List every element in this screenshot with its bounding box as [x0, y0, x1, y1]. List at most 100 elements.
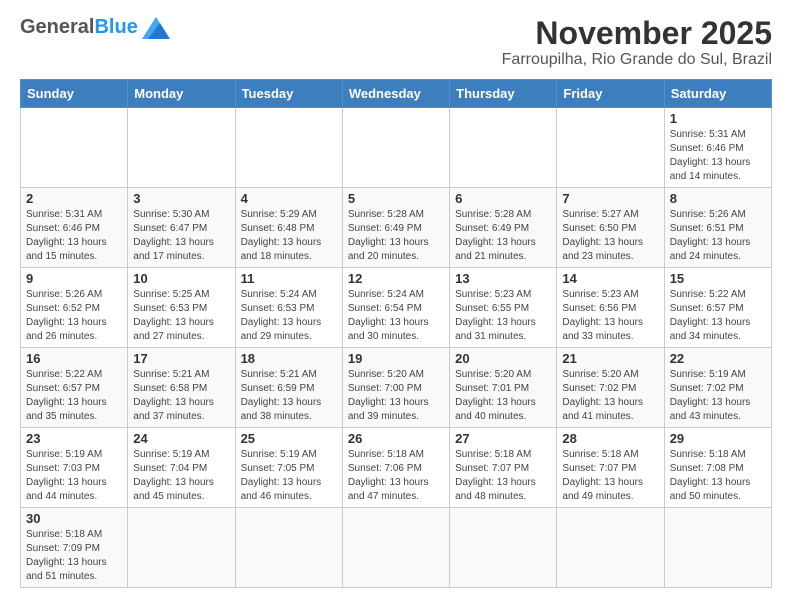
- day-number: 10: [133, 271, 229, 286]
- day-number: 18: [241, 351, 337, 366]
- location-subtitle: Farroupilha, Rio Grande do Sul, Brazil: [502, 51, 772, 69]
- calendar-cell: 24 Sunrise: 5:19 AM Sunset: 7:04 PM Dayli…: [128, 428, 235, 508]
- day-info: Sunrise: 5:30 AM Sunset: 6:47 PM Dayligh…: [133, 208, 229, 264]
- header-friday: Friday: [557, 80, 664, 108]
- header-monday: Monday: [128, 80, 235, 108]
- day-info: Sunrise: 5:27 AM Sunset: 6:50 PM Dayligh…: [562, 208, 658, 264]
- day-number: 2: [26, 191, 122, 206]
- day-number: 16: [26, 351, 122, 366]
- logo-general-text: General: [20, 16, 94, 39]
- day-number: 5: [348, 191, 444, 206]
- day-number: 24: [133, 431, 229, 446]
- day-number: 4: [241, 191, 337, 206]
- day-number: 30: [26, 511, 122, 526]
- calendar-cell: [664, 508, 771, 588]
- calendar-cell: 30 Sunrise: 5:18 AM Sunset: 7:09 PM Dayli…: [21, 508, 128, 588]
- calendar-cell: 4 Sunrise: 5:29 AM Sunset: 6:48 PM Daylig…: [235, 188, 342, 268]
- calendar-cell: 21 Sunrise: 5:20 AM Sunset: 7:02 PM Dayli…: [557, 348, 664, 428]
- calendar-cell: 8Sunrise: 5:26 AM Sunset: 6:51 PM Daylig…: [664, 188, 771, 268]
- calendar-cell: 16Sunrise: 5:22 AM Sunset: 6:57 PM Dayli…: [21, 348, 128, 428]
- calendar-header-row: SundayMondayTuesdayWednesdayThursdayFrid…: [21, 80, 772, 108]
- calendar-table: SundayMondayTuesdayWednesdayThursdayFrid…: [20, 79, 772, 588]
- day-number: 21: [562, 351, 658, 366]
- day-info: Sunrise: 5:31 AM Sunset: 6:46 PM Dayligh…: [26, 208, 122, 264]
- calendar-week-row: 23Sunrise: 5:19 AM Sunset: 7:03 PM Dayli…: [21, 428, 772, 508]
- calendar-cell: 13Sunrise: 5:23 AM Sunset: 6:55 PM Dayli…: [450, 268, 557, 348]
- day-info: Sunrise: 5:18 AM Sunset: 7:07 PM Dayligh…: [455, 448, 551, 504]
- calendar-cell: 9 Sunrise: 5:26 AM Sunset: 6:52 PM Daylig…: [21, 268, 128, 348]
- day-number: 29: [670, 431, 766, 446]
- day-number: 13: [455, 271, 551, 286]
- calendar-cell: 20 Sunrise: 5:20 AM Sunset: 7:01 PM Dayli…: [450, 348, 557, 428]
- day-info: Sunrise: 5:31 AM Sunset: 6:46 PM Dayligh…: [670, 128, 766, 184]
- calendar-cell: 19Sunrise: 5:20 AM Sunset: 7:00 PM Dayli…: [342, 348, 449, 428]
- header-wednesday: Wednesday: [342, 80, 449, 108]
- header-thursday: Thursday: [450, 80, 557, 108]
- logo-icon: [142, 17, 170, 39]
- day-info: Sunrise: 5:29 AM Sunset: 6:48 PM Dayligh…: [241, 208, 337, 264]
- calendar-cell: 26Sunrise: 5:18 AM Sunset: 7:06 PM Dayli…: [342, 428, 449, 508]
- calendar-cell: [128, 508, 235, 588]
- day-number: 1: [670, 111, 766, 126]
- header-sunday: Sunday: [21, 80, 128, 108]
- day-info: Sunrise: 5:18 AM Sunset: 7:07 PM Dayligh…: [562, 448, 658, 504]
- header-saturday: Saturday: [664, 80, 771, 108]
- day-number: 12: [348, 271, 444, 286]
- calendar-cell: 23Sunrise: 5:19 AM Sunset: 7:03 PM Dayli…: [21, 428, 128, 508]
- day-number: 26: [348, 431, 444, 446]
- calendar-cell: 17 Sunrise: 5:21 AM Sunset: 6:58 PM Dayli…: [128, 348, 235, 428]
- calendar-cell: 27Sunrise: 5:18 AM Sunset: 7:07 PM Dayli…: [450, 428, 557, 508]
- logo: General Blue: [20, 16, 170, 39]
- day-info: Sunrise: 5:20 AM Sunset: 7:01 PM Dayligh…: [455, 368, 551, 424]
- day-info: Sunrise: 5:19 AM Sunset: 7:05 PM Dayligh…: [241, 448, 337, 504]
- calendar-cell: 29 Sunrise: 5:18 AM Sunset: 7:08 PM Dayli…: [664, 428, 771, 508]
- page-header: General Blue November 2025 Farroupilha, …: [20, 16, 772, 69]
- calendar-cell: [450, 108, 557, 188]
- calendar-cell: [557, 108, 664, 188]
- day-number: 15: [670, 271, 766, 286]
- calendar-cell: [557, 508, 664, 588]
- day-info: Sunrise: 5:26 AM Sunset: 6:52 PM Dayligh…: [26, 288, 122, 344]
- day-number: 17: [133, 351, 229, 366]
- day-info: Sunrise: 5:19 AM Sunset: 7:03 PM Dayligh…: [26, 448, 122, 504]
- day-number: 8: [670, 191, 766, 206]
- calendar-cell: [235, 508, 342, 588]
- title-section: November 2025 Farroupilha, Rio Grande do…: [502, 16, 772, 69]
- calendar-week-row: 1 Sunrise: 5:31 AM Sunset: 6:46 PM Daylig…: [21, 108, 772, 188]
- calendar-cell: 28Sunrise: 5:18 AM Sunset: 7:07 PM Dayli…: [557, 428, 664, 508]
- calendar-cell: 18 Sunrise: 5:21 AM Sunset: 6:59 PM Dayli…: [235, 348, 342, 428]
- calendar-week-row: 16Sunrise: 5:22 AM Sunset: 6:57 PM Dayli…: [21, 348, 772, 428]
- calendar-week-row: 9 Sunrise: 5:26 AM Sunset: 6:52 PM Daylig…: [21, 268, 772, 348]
- header-tuesday: Tuesday: [235, 80, 342, 108]
- calendar-cell: 12 Sunrise: 5:24 AM Sunset: 6:54 PM Dayli…: [342, 268, 449, 348]
- calendar-cell: 6Sunrise: 5:28 AM Sunset: 6:49 PM Daylig…: [450, 188, 557, 268]
- calendar-cell: 3Sunrise: 5:30 AM Sunset: 6:47 PM Daylig…: [128, 188, 235, 268]
- calendar-cell: 2 Sunrise: 5:31 AM Sunset: 6:46 PM Daylig…: [21, 188, 128, 268]
- day-info: Sunrise: 5:21 AM Sunset: 6:59 PM Dayligh…: [241, 368, 337, 424]
- day-number: 19: [348, 351, 444, 366]
- day-info: Sunrise: 5:19 AM Sunset: 7:04 PM Dayligh…: [133, 448, 229, 504]
- day-info: Sunrise: 5:18 AM Sunset: 7:08 PM Dayligh…: [670, 448, 766, 504]
- calendar-cell: 14Sunrise: 5:23 AM Sunset: 6:56 PM Dayli…: [557, 268, 664, 348]
- day-info: Sunrise: 5:21 AM Sunset: 6:58 PM Dayligh…: [133, 368, 229, 424]
- day-number: 7: [562, 191, 658, 206]
- calendar-week-row: 30 Sunrise: 5:18 AM Sunset: 7:09 PM Dayli…: [21, 508, 772, 588]
- day-number: 20: [455, 351, 551, 366]
- day-info: Sunrise: 5:20 AM Sunset: 7:02 PM Dayligh…: [562, 368, 658, 424]
- day-info: Sunrise: 5:24 AM Sunset: 6:54 PM Dayligh…: [348, 288, 444, 344]
- calendar-cell: [450, 508, 557, 588]
- calendar-cell: [21, 108, 128, 188]
- calendar-cell: 15 Sunrise: 5:22 AM Sunset: 6:57 PM Dayli…: [664, 268, 771, 348]
- day-number: 9: [26, 271, 122, 286]
- day-info: Sunrise: 5:24 AM Sunset: 6:53 PM Dayligh…: [241, 288, 337, 344]
- day-number: 11: [241, 271, 337, 286]
- day-info: Sunrise: 5:22 AM Sunset: 6:57 PM Dayligh…: [670, 288, 766, 344]
- calendar-cell: [342, 508, 449, 588]
- day-info: Sunrise: 5:28 AM Sunset: 6:49 PM Dayligh…: [455, 208, 551, 264]
- calendar-cell: 11 Sunrise: 5:24 AM Sunset: 6:53 PM Dayli…: [235, 268, 342, 348]
- calendar-cell: [235, 108, 342, 188]
- day-info: Sunrise: 5:18 AM Sunset: 7:09 PM Dayligh…: [26, 528, 122, 584]
- calendar-cell: 1 Sunrise: 5:31 AM Sunset: 6:46 PM Daylig…: [664, 108, 771, 188]
- day-number: 25: [241, 431, 337, 446]
- day-info: Sunrise: 5:25 AM Sunset: 6:53 PM Dayligh…: [133, 288, 229, 344]
